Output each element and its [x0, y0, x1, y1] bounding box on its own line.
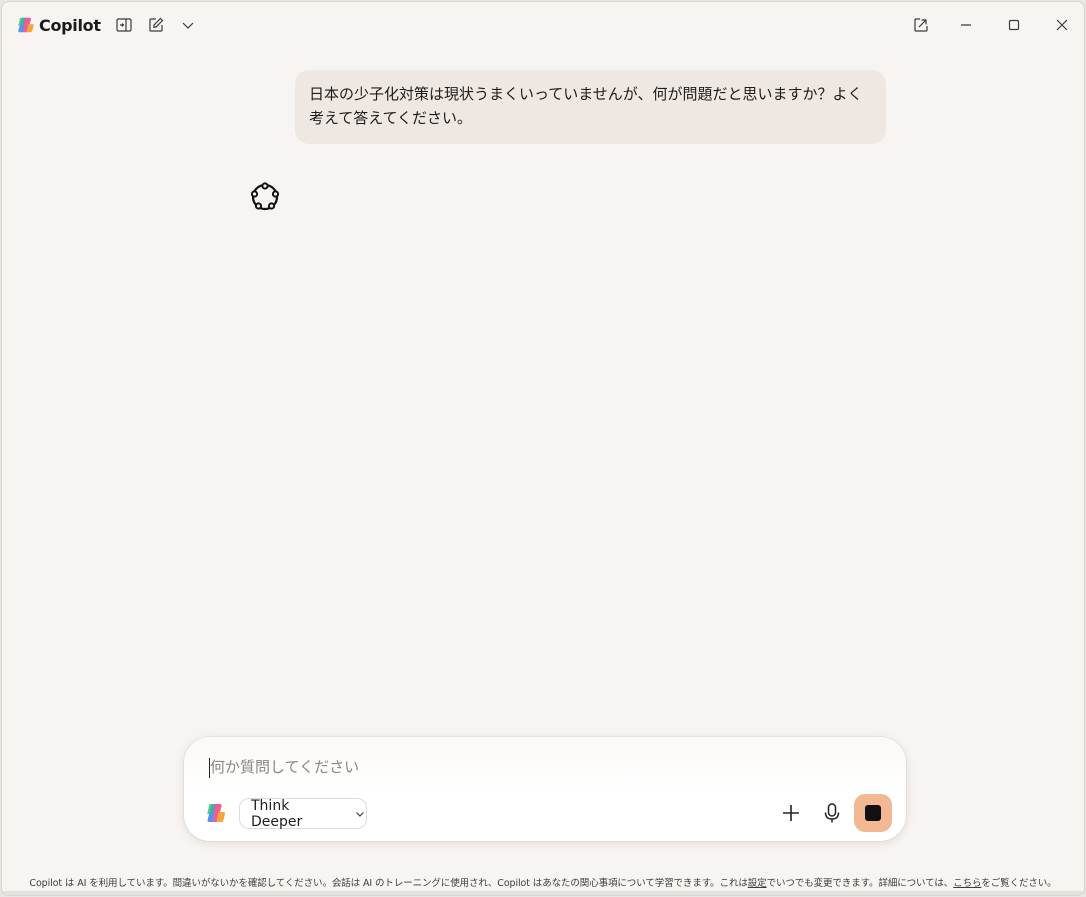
- more-menu-button[interactable]: [176, 13, 200, 37]
- maximize-button[interactable]: [1002, 13, 1026, 37]
- new-chat-button[interactable]: [144, 13, 168, 37]
- close-icon: [1056, 19, 1068, 31]
- close-button[interactable]: [1050, 13, 1074, 37]
- thinking-icon: [250, 182, 280, 211]
- copilot-logo-icon: [18, 17, 34, 33]
- app-logo: Copilot: [17, 15, 101, 35]
- compose-icon: [149, 17, 164, 32]
- chevron-down-icon: [356, 811, 364, 817]
- composer: Think Deeper: [184, 737, 906, 841]
- title-bar: Copilot: [2, 2, 1084, 48]
- mode-dropdown[interactable]: Think Deeper: [239, 797, 367, 830]
- app-title: Copilot: [39, 15, 101, 35]
- settings-link[interactable]: 設定: [748, 878, 767, 889]
- footer-disclaimer: Copilot は AI を利用しています。間違いがないかを確認してください。会…: [2, 875, 1084, 889]
- minimize-icon: [961, 24, 971, 26]
- sidebar-toggle-button[interactable]: [112, 13, 136, 37]
- chevron-down-icon: [182, 22, 194, 29]
- plus-icon: [783, 805, 799, 821]
- sidebar-icon: [116, 18, 132, 32]
- stop-generating-button[interactable]: [854, 794, 892, 832]
- copilot-mode-icon: [207, 804, 226, 822]
- prompt-input[interactable]: [210, 753, 770, 781]
- popout-button[interactable]: [909, 13, 933, 37]
- learn-more-link[interactable]: こちら: [953, 878, 981, 889]
- microphone-icon: [824, 803, 840, 823]
- microphone-button[interactable]: [814, 795, 850, 831]
- copilot-window: Copilot 日本の少子化対策は現状うまくいっていませんが、何が問題だと思いま…: [1, 1, 1085, 896]
- stop-icon: [865, 805, 881, 821]
- user-message-bubble: 日本の少子化対策は現状うまくいっていませんが、何が問題だと思いますか？よく考えて…: [295, 70, 886, 144]
- disclaimer-text: Copilot は AI を利用しています。間違いがないかを確認してください。会…: [29, 878, 748, 889]
- user-message-text: 日本の少子化対策は現状うまくいっていませんが、何が問題だと思いますか？よく考えて…: [309, 85, 863, 127]
- maximize-icon: [1008, 19, 1020, 31]
- disclaimer-text-middle: でいつでも変更できます。詳細については、: [766, 878, 954, 889]
- minimize-button[interactable]: [954, 13, 978, 37]
- window-bottom-edge: [2, 891, 1084, 895]
- disclaimer-text-suffix: をご覧ください。: [981, 878, 1057, 889]
- popout-icon: [914, 18, 928, 32]
- mode-label: Think Deeper: [251, 797, 303, 830]
- add-attachment-button[interactable]: [773, 795, 809, 831]
